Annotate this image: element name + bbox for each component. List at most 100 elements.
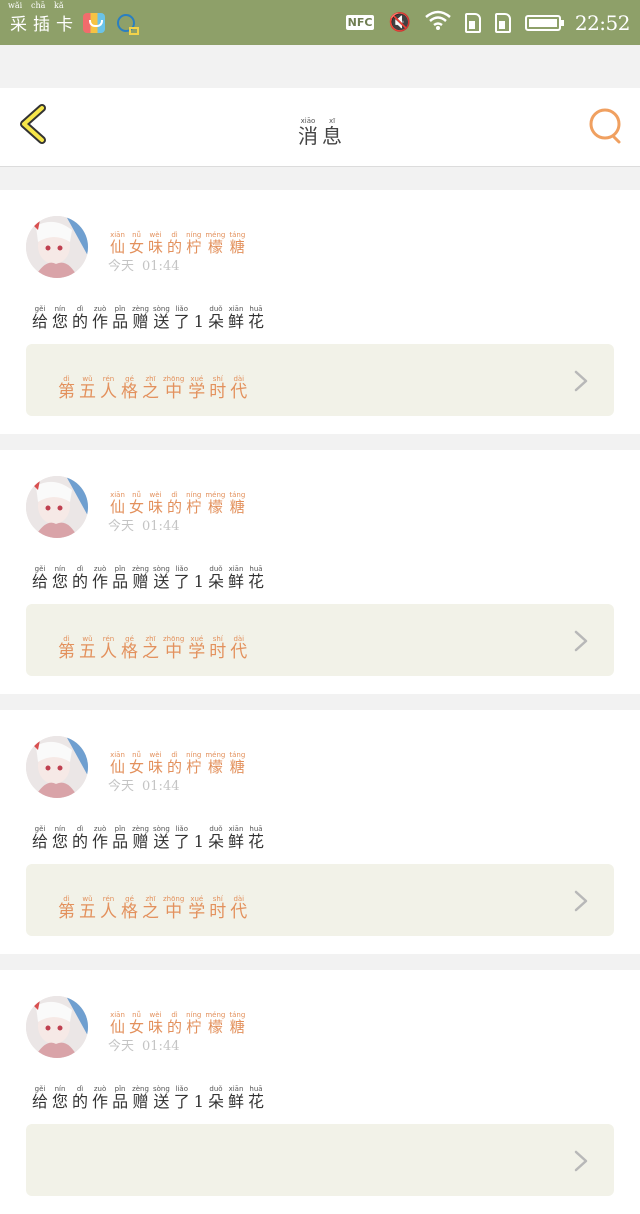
ruby-char: liǎo 了 xyxy=(173,565,190,591)
message-card: xiān 仙 nǚ 女 wèi 味 dì 的 níng 柠 méng 檬 táng 糖 今天 01:44 g… xyxy=(0,710,640,954)
status-app-char: wăi 采 xyxy=(8,1,27,35)
message-timestamp: 今天 01:44 xyxy=(108,515,187,534)
ruby-char: liǎo 了 xyxy=(173,825,190,851)
wifi-icon xyxy=(425,10,451,35)
status-app-char: chā 插 xyxy=(31,1,50,35)
avatar[interactable] xyxy=(26,736,88,798)
message-text: gěi 给 nín 您 dì 的 zuò 作 pǐn 品 zèng 赠 sòng 送 liǎo 了 1 duǒ 朵 x… xyxy=(30,1076,266,1111)
message-timestamp: 今天 01:44 xyxy=(108,1035,187,1054)
ruby-char: wèi 味 xyxy=(148,231,164,256)
ruby-char: dì 的 xyxy=(167,751,183,776)
ruby-char: nín 您 xyxy=(52,305,69,331)
work-link[interactable]: dì 第 wǔ 五 rén 人 gé 格 zhī 之 zhōng 中 xué 学 shí 时 dài 代 xyxy=(26,864,614,936)
ruby-char: zuò 作 xyxy=(92,565,109,591)
ruby-char: zèng 赠 xyxy=(132,825,149,851)
ruby-char: zuò 作 xyxy=(92,305,109,331)
message-text: gěi 给 nín 您 dì 的 zuò 作 pǐn 品 zèng 赠 sòng 送 liǎo 了 1 duǒ 朵 x… xyxy=(30,296,266,331)
ruby-char: sòng 送 xyxy=(152,565,170,591)
ruby-char: dì 的 xyxy=(72,825,89,851)
work-title: dì 第 wǔ 五 rén 人 gé 格 zhī 之 zhōng 中 xué 学 shí 时 dài 代 xyxy=(56,886,249,922)
ruby-char: liǎo 了 xyxy=(173,1085,190,1111)
ruby-char: xiān 仙 xyxy=(110,751,126,776)
ruby-char: dài 代 xyxy=(230,375,248,402)
ruby-char: gěi 给 xyxy=(32,825,49,851)
headset-icon xyxy=(117,13,139,35)
ruby-char: níng 柠 xyxy=(186,231,202,256)
ruby-char: sòng 送 xyxy=(152,305,170,331)
ruby-char: rén 人 xyxy=(100,635,117,662)
message-date: 今天 xyxy=(108,259,135,274)
ruby-char: zuò 作 xyxy=(92,1085,109,1111)
ruby-char: dì 第 xyxy=(58,635,75,662)
ruby-char: méng 檬 xyxy=(205,231,226,256)
status-app-char: kă 卡 xyxy=(54,1,73,35)
ruby-char: xué 学 xyxy=(188,375,206,402)
ruby-char: 1 xyxy=(193,312,204,331)
work-link[interactable]: dì 第 wǔ 五 rén 人 gé 格 zhī 之 zhōng 中 xué 学 shí 时 dài 代 xyxy=(26,344,614,416)
avatar[interactable] xyxy=(26,996,88,1058)
ruby-char: nín 您 xyxy=(52,1085,69,1111)
ruby-char: wèi 味 xyxy=(148,751,164,776)
ruby-char: táng 糖 xyxy=(229,751,246,776)
ruby-char: huā 花 xyxy=(248,1085,265,1111)
ruby-char: zhōng 中 xyxy=(163,895,185,922)
ruby-char: dì 的 xyxy=(167,231,183,256)
message-date: 今天 xyxy=(108,519,135,534)
ruby-char: rén 人 xyxy=(100,375,117,402)
message-time: 01:44 xyxy=(142,779,180,794)
ruby-char: zuò 作 xyxy=(92,825,109,851)
ruby-char: dì 的 xyxy=(72,565,89,591)
sender-name[interactable]: xiān 仙 nǚ 女 wèi 味 dì 的 níng 柠 méng 檬 táng 糖 xyxy=(108,742,247,776)
ruby-char: 1 xyxy=(193,832,204,851)
sender-name[interactable]: xiān 仙 nǚ 女 wèi 味 dì 的 níng 柠 méng 檬 táng 糖 xyxy=(108,1002,247,1036)
work-link[interactable]: dì 第 wǔ 五 rén 人 gé 格 zhī 之 zhōng 中 xué 学 shí 时 dài 代 xyxy=(26,604,614,676)
ruby-char: huā 花 xyxy=(248,305,265,331)
ruby-char: dì 的 xyxy=(72,1085,89,1111)
ruby-char: sòng 送 xyxy=(152,1085,170,1111)
ruby-char: dì 第 xyxy=(58,895,75,922)
ruby-char: huā 花 xyxy=(248,565,265,591)
ruby-char: gěi 给 xyxy=(32,305,49,331)
top-nav-bar: xiāo 消 xī 息 xyxy=(0,88,640,167)
status-bar-system: NFC 🔇 22:52 xyxy=(345,10,631,35)
ruby-char: sòng 送 xyxy=(152,825,170,851)
message-time: 01:44 xyxy=(142,1039,180,1054)
ruby-char: shí 时 xyxy=(209,635,227,662)
ruby-char: zèng 赠 xyxy=(132,305,149,331)
status-time: 22:52 xyxy=(574,10,631,35)
message-timestamp: 今天 01:44 xyxy=(108,255,187,274)
avatar[interactable] xyxy=(26,476,88,538)
battery-icon xyxy=(524,14,564,31)
ruby-char: wèi 味 xyxy=(148,1011,164,1036)
ruby-char: gěi 给 xyxy=(32,565,49,591)
ruby-char: duǒ 朵 xyxy=(207,825,224,851)
ruby-char: táng 糖 xyxy=(229,1011,246,1036)
ruby-char: duǒ 朵 xyxy=(207,305,224,331)
sender-name[interactable]: xiān 仙 nǚ 女 wèi 味 dì 的 níng 柠 méng 檬 táng 糖 xyxy=(108,482,247,516)
ruby-char: wèi 味 xyxy=(148,491,164,516)
status-bar-app-text: wăi 采 chā 插 kă 卡 xyxy=(8,1,73,35)
ruby-char: wǔ 五 xyxy=(79,895,96,922)
message-card: xiān 仙 nǚ 女 wèi 味 dì 的 níng 柠 méng 檬 táng 糖 今天 01:44 g… xyxy=(0,450,640,694)
ruby-char: huā 花 xyxy=(248,825,265,851)
ruby-char: duǒ 朵 xyxy=(207,1085,224,1111)
ruby-char: dài 代 xyxy=(230,895,248,922)
sender-name[interactable]: xiān 仙 nǚ 女 wèi 味 dì 的 níng 柠 méng 檬 táng 糖 xyxy=(108,222,247,256)
ruby-char: wǔ 五 xyxy=(79,375,96,402)
avatar[interactable] xyxy=(26,216,88,278)
ruby-char: 1 xyxy=(193,572,204,591)
ruby-char: méng 檬 xyxy=(205,491,226,516)
page-title: xiāo 消 xī 息 xyxy=(0,108,640,147)
message-list: xiān 仙 nǚ 女 wèi 味 dì 的 níng 柠 méng 檬 táng 糖 今天 01:44 g… xyxy=(0,174,640,1214)
message-text: gěi 给 nín 您 dì 的 zuò 作 pǐn 品 zèng 赠 sòng 送 liǎo 了 1 duǒ 朵 x… xyxy=(30,556,266,591)
ruby-char: gé 格 xyxy=(121,375,138,402)
search-button[interactable] xyxy=(586,106,626,146)
work-link[interactable] xyxy=(26,1124,614,1196)
ruby-char: dì 第 xyxy=(58,375,75,402)
ruby-char: zèng 赠 xyxy=(132,565,149,591)
ruby-char: zhī 之 xyxy=(142,895,159,922)
ruby-char: dì 的 xyxy=(167,491,183,516)
ruby-char: dì 的 xyxy=(167,1011,183,1036)
ruby-char: táng 糖 xyxy=(229,491,246,516)
ruby-char: zhōng 中 xyxy=(163,375,185,402)
